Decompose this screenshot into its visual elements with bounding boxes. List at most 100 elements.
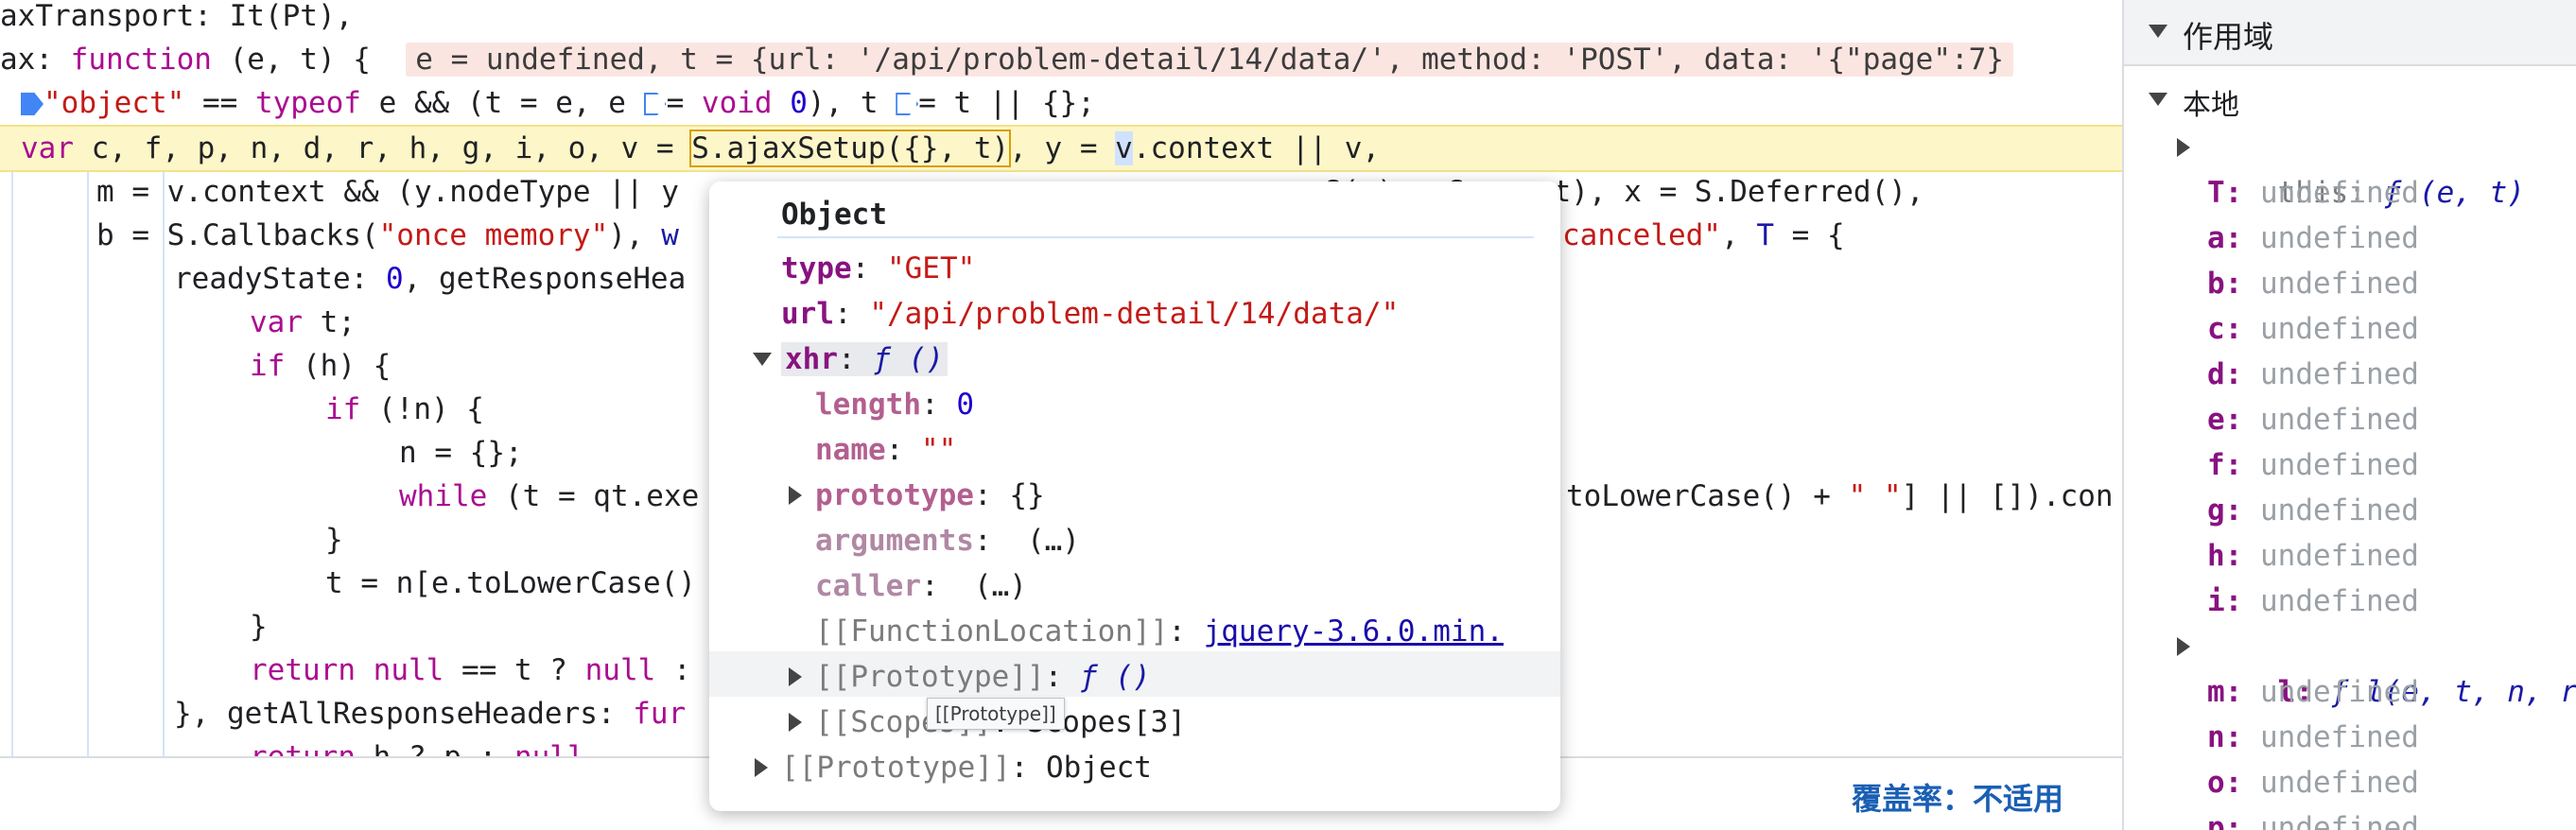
collapse-triangle-icon[interactable] [753, 353, 772, 366]
prop-row-type: type: "GET" [781, 251, 976, 285]
scope-var-row[interactable]: c: undefined [2207, 306, 2419, 352]
source-link[interactable]: jquery-3.6.0.min. [1204, 614, 1504, 648]
expand-triangle-icon[interactable] [789, 713, 802, 732]
local-scope-label: 本地 [2183, 89, 2239, 122]
scope-var-l[interactable]: l: ƒ l(e, t, n, r) [2177, 624, 2576, 709]
indent-guide [163, 172, 165, 756]
code-line-tail: toLowerCase() + " "] || []).con [1566, 479, 2114, 513]
inline-breakpoint-icon[interactable] [643, 93, 667, 115]
scope-var-name: d [2207, 357, 2225, 391]
scope-var-name: o [2207, 766, 2225, 800]
code-line: ax: function (e, t) { e = undefined, t =… [0, 38, 2014, 81]
expand-triangle-icon[interactable] [2177, 637, 2190, 656]
scope-var-value: undefined [2260, 584, 2419, 618]
scope-var-row[interactable]: f: undefined [2207, 442, 2419, 488]
code-line: t = n[e.toLowerCase() [325, 566, 696, 600]
prop-row-length: length: 0 [815, 388, 974, 422]
inline-breakpoint-icon[interactable] [896, 93, 919, 115]
scope-var-row[interactable]: e: undefined [2207, 397, 2419, 442]
code-line: return null == t ? null : [250, 653, 691, 687]
scope-var-value: undefined [2260, 312, 2419, 346]
code-line: b = S.Callbacks("once memory"), w [96, 218, 679, 252]
prop-row-xhr[interactable]: xhr: ƒ () [753, 337, 948, 382]
cursor-token: v [1115, 131, 1133, 165]
prop-row-url: url: "/api/problem-detail/14/data/" [781, 297, 1400, 331]
popover-title: Object [781, 198, 887, 232]
scope-var-name: g [2207, 493, 2225, 527]
collapse-triangle-icon[interactable] [2149, 93, 2167, 106]
scope-var-name: f [2207, 448, 2225, 482]
indent-guide [11, 172, 13, 756]
scope-var-value: undefined [2260, 811, 2419, 830]
scope-var-value: undefined [2260, 539, 2419, 573]
scope-var-row[interactable]: g: undefined [2207, 488, 2419, 533]
scope-var-value: undefined [2260, 766, 2419, 800]
scope-var-value: undefined [2260, 176, 2419, 210]
collapse-triangle-icon[interactable] [2149, 25, 2167, 38]
tooltip: [[Prototype]] [927, 698, 1065, 730]
scope-var-row[interactable]: d: undefined [2207, 352, 2419, 397]
prop-row-function-location: [[FunctionLocation]]: jquery-3.6.0.min. [815, 614, 1504, 648]
prop-row-outer-prototype[interactable]: [[Prototype]]: Object [755, 745, 1152, 790]
expand-triangle-icon[interactable] [755, 758, 768, 777]
scope-var-name: h [2207, 539, 2225, 573]
expand-triangle-icon[interactable] [789, 667, 802, 686]
scope-var-this[interactable]: this: ƒ (e, t) [2177, 125, 2525, 210]
expand-triangle-icon[interactable] [2177, 138, 2190, 157]
prop-row-inner-prototype[interactable]: [[Prototype]]: ƒ () [789, 654, 1151, 700]
coverage-link[interactable]: 覆盖率：不适用 [1852, 775, 2063, 819]
prop-row-name: name: "" [815, 433, 957, 467]
scope-var-row[interactable]: m: undefined [2207, 669, 2419, 715]
scope-title: 作用域 [2183, 19, 2274, 55]
invoke-getter[interactable]: (…) [974, 569, 1027, 603]
scope-panel: 作用域 本地 this: ƒ (e, t) T: undefined a: und… [2122, 0, 2576, 830]
scope-var-name: b [2207, 267, 2225, 301]
breakpoint-marker-icon[interactable] [21, 93, 44, 115]
prop-row-caller[interactable]: caller: (…) [815, 563, 1027, 609]
code-line: readyState: 0, getResponseHea [174, 262, 687, 296]
code-line: }, getAllResponseHeaders: fur [174, 697, 687, 731]
scope-var-row[interactable]: i: undefined [2207, 579, 2419, 624]
code-line: if (h) { [250, 349, 392, 383]
scope-var-value: undefined [2260, 675, 2419, 709]
scope-var-row[interactable]: h: undefined [2207, 533, 2419, 579]
scope-section-header[interactable]: 作用域 [2124, 0, 2576, 66]
scope-var-value: undefined [2260, 493, 2419, 527]
scope-var-value: undefined [2260, 221, 2419, 255]
code-line: } [250, 610, 268, 644]
code-line-tail: canceled", T = { [1562, 218, 1845, 252]
scope-var-row[interactable]: T: undefined [2207, 170, 2419, 216]
prop-row-arguments[interactable]: arguments: (…) [815, 518, 1080, 563]
code-line: if (!n) { [325, 392, 484, 426]
scope-var-name: i [2207, 584, 2225, 618]
code-line: return h ? p : null [250, 735, 585, 756]
object-preview-popover[interactable]: Object type: "GET" url: "/api/problem-de… [709, 182, 1560, 811]
scope-var-value: undefined [2260, 720, 2419, 754]
inline-value-preview: e = undefined, t = {url: '/api/problem-d… [406, 43, 2014, 77]
scope-var-name: e [2207, 403, 2225, 437]
scope-var-value: undefined [2260, 403, 2419, 437]
code-line: var t; [250, 305, 356, 339]
scope-var-row[interactable]: n: undefined [2207, 715, 2419, 760]
scope-var-name: c [2207, 312, 2225, 346]
scope-var-value: undefined [2260, 448, 2419, 482]
scope-var-row[interactable]: o: undefined [2207, 760, 2419, 805]
scope-var-value: undefined [2260, 267, 2419, 301]
scope-var-row[interactable]: a: undefined [2207, 216, 2419, 261]
scope-var-row[interactable]: p: undefined [2207, 805, 2419, 830]
invoke-getter[interactable]: (…) [1027, 524, 1080, 558]
code-line: m = v.context && (y.nodeType || y [96, 175, 679, 209]
code-line: } [325, 523, 343, 557]
scope-var-name: p [2207, 811, 2225, 830]
prop-row-prototype[interactable]: prototype: {} [789, 473, 1045, 518]
indent-guide [87, 172, 89, 756]
code-line: while (t = qt.exe [399, 479, 700, 513]
hovered-expression[interactable]: S.ajaxSetup({}, t) [689, 130, 1012, 167]
code-line-paused: var c, f, p, n, d, r, h, g, i, o, v = S.… [21, 130, 1381, 167]
scope-var-name: T [2207, 176, 2225, 210]
scope-var-row[interactable]: b: undefined [2207, 261, 2419, 306]
code-line: axTransport: It(Pt), [0, 0, 354, 33]
code-line: n = {}; [399, 436, 523, 470]
expand-triangle-icon[interactable] [789, 486, 802, 505]
scope-var-name: n [2207, 720, 2225, 754]
